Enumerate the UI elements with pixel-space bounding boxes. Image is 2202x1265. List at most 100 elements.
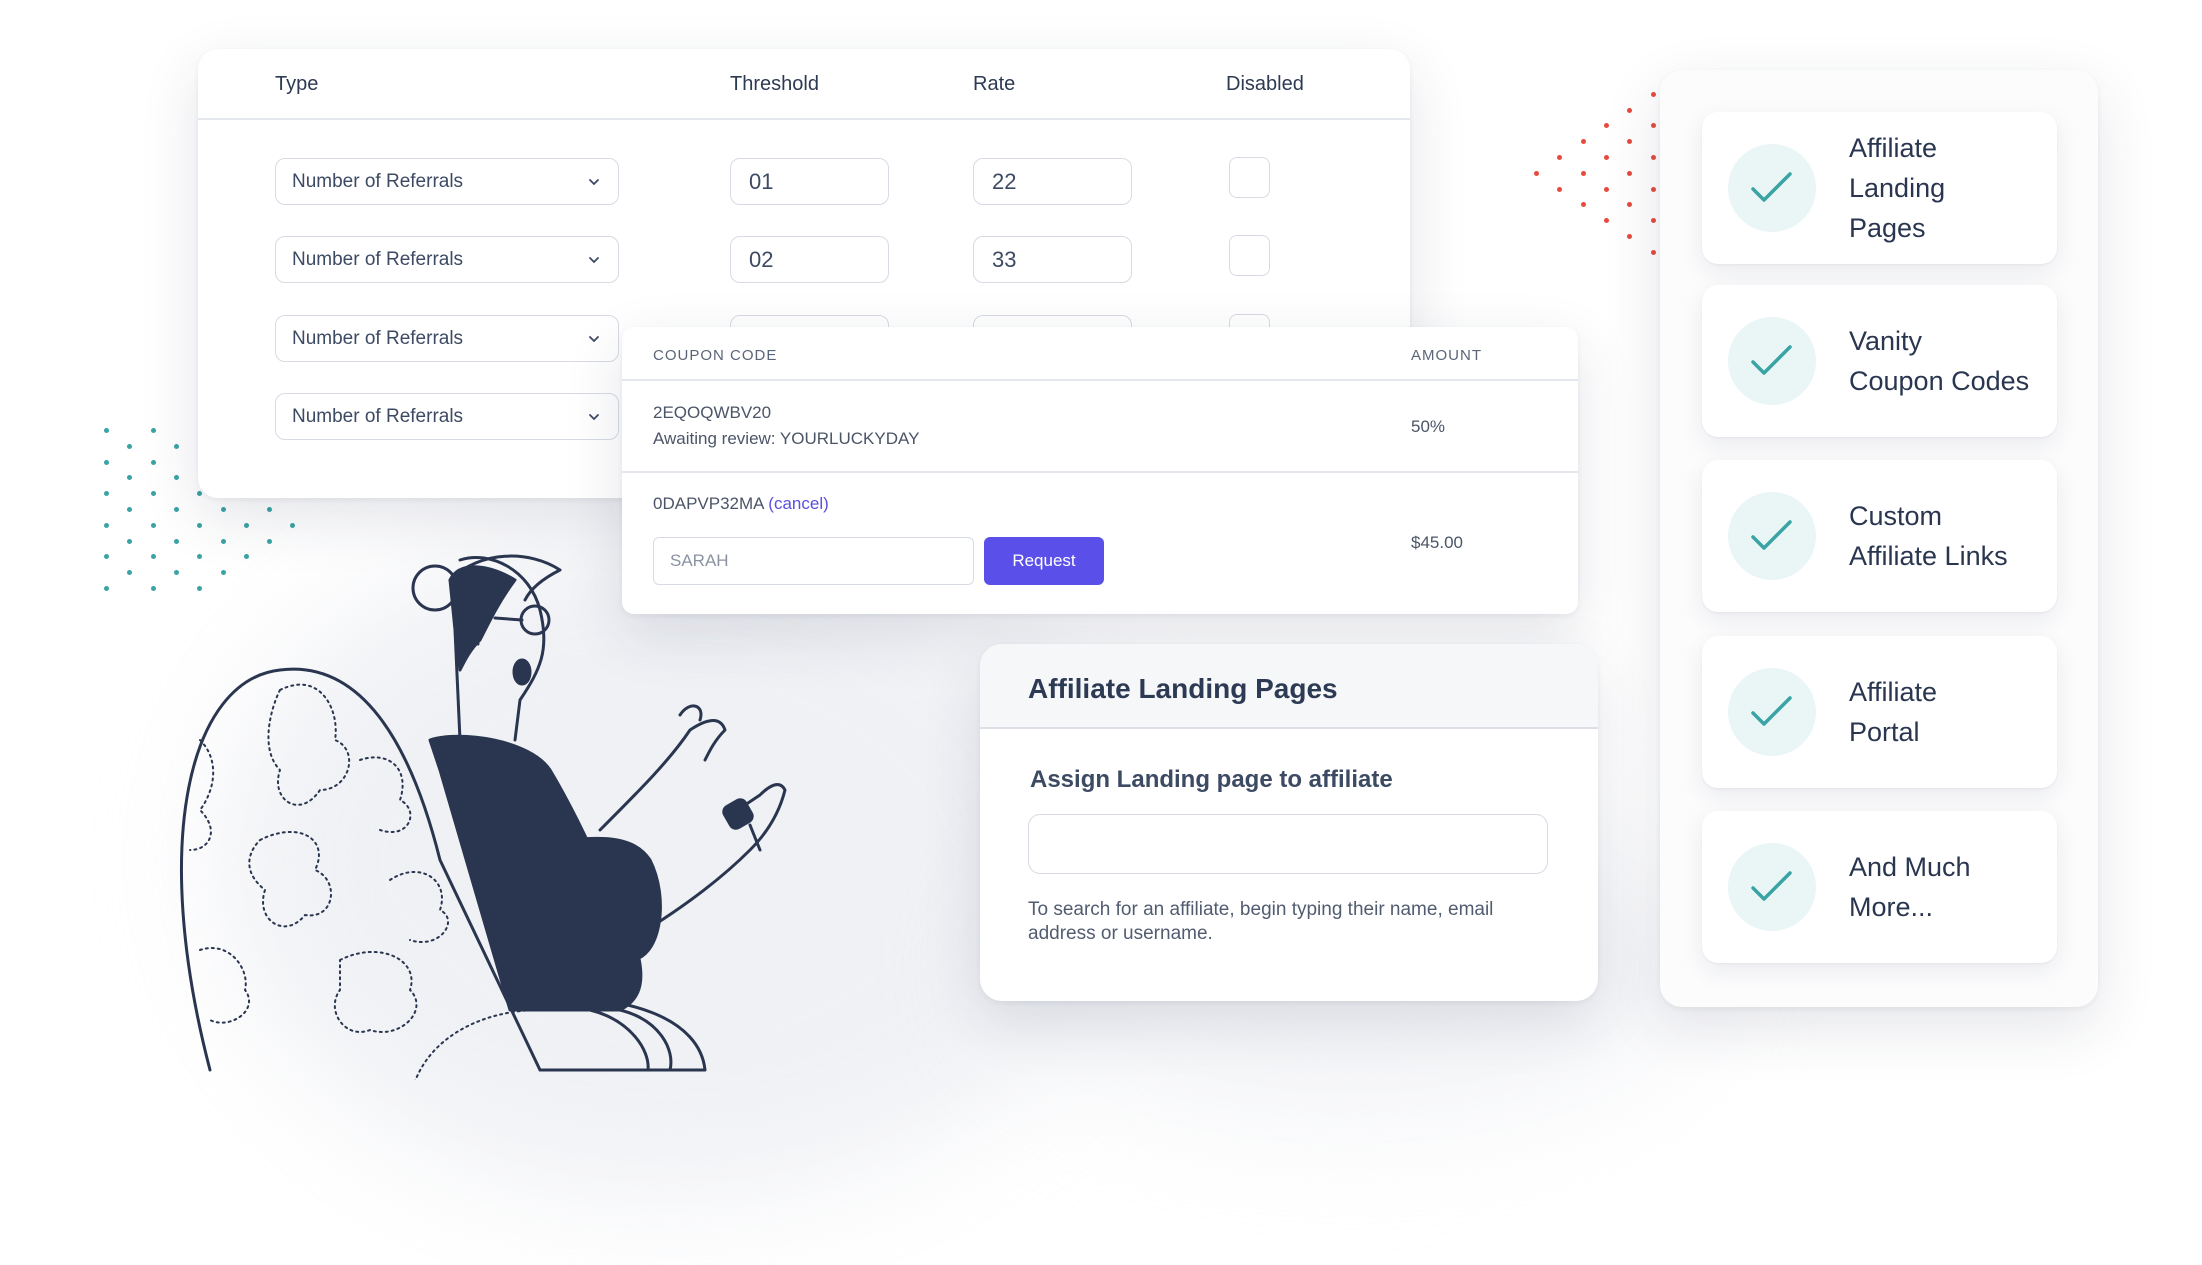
decorative-dot [1650,155,1656,160]
decorative-dot [1557,155,1563,160]
cancel-link[interactable]: (cancel) [768,494,828,513]
check-icon [1751,696,1792,726]
decorative-dot [173,507,179,512]
decorative-dot [127,507,133,512]
type-select-value: Number of Referrals [292,170,464,192]
coupon-amount: $45.00 [1411,533,1463,552]
decorative-dot [1650,218,1656,224]
feature-label: Affiliate Landing Pages [1849,133,1946,243]
features-panel: Affiliate Landing Pages Vanity Coupon Co… [1660,70,2098,1007]
type-select-value: Number of Referrals [292,327,464,349]
check-icon [1751,871,1792,901]
type-select-value: Number of Referrals [292,405,464,427]
feature-label: Custom Affiliate Links [1849,501,2008,571]
coupon-codes-table: COUPON CODE AMOUNT 2EQOQWBV20 Awaiting r… [622,327,1578,614]
chevron-down-icon [589,413,599,420]
feature-card: Affiliate Landing Pages [1702,112,2057,264]
coupon-name-input[interactable]: SARAH [653,537,974,585]
affiliate-landing-pages-card: Affiliate Landing Pages Assign Landing p… [980,644,1598,1001]
affiliate-search-input[interactable] [1028,814,1548,874]
decorative-dot [267,507,273,512]
card-title: Affiliate Landing Pages [1028,673,1338,704]
feature-label: Affiliate Portal [1849,677,1938,747]
decorative-dot [127,475,133,481]
decorative-dot [1557,186,1563,192]
decorative-dot [1603,218,1609,224]
decorative-dot [104,522,109,528]
disabled-checkbox[interactable] [1229,157,1270,198]
person-illustration [180,554,787,1080]
decorative-dot [1534,170,1539,176]
decorative-dot [127,538,133,544]
decorative-dot [197,522,203,528]
feature-card: Custom Affiliate Links [1702,460,2057,612]
decorative-dot [104,554,109,560]
decorative-dot [197,491,203,497]
feature-card: Affiliate Portal [1702,636,2057,788]
field-label: Assign Landing page to affiliate [1030,766,1393,793]
help-text: To search for an affiliate, begin typing… [1028,899,1494,944]
type-select[interactable]: Number of Referrals [275,236,619,283]
type-select[interactable]: Number of Referrals [275,315,619,362]
decorative-dot [150,491,156,497]
column-header-rate: Rate [973,73,1016,95]
column-header-amount: AMOUNT [1411,347,1482,364]
check-icon [1751,172,1792,202]
column-header-coupon-code: COUPON CODE [653,347,778,364]
threshold-input[interactable]: 01 [730,158,889,205]
coupon-code: 2EQOQWBV20 [653,403,772,422]
disabled-checkbox[interactable] [1229,235,1270,276]
decorative-dot [173,475,179,481]
coupon-code: 0DAPVP32MA [653,494,764,513]
decorative-dot [1650,123,1656,129]
column-header-type: Type [275,73,319,95]
threshold-input[interactable]: 02 [730,236,889,283]
feature-card: Vanity Coupon Codes [1702,285,2057,437]
coupon-review-note: Awaiting review: YOURLUCKYDAY [653,429,920,448]
decorative-dot [127,570,133,576]
coupon-code-row: 0DAPVP32MA (cancel) [653,494,829,514]
decorative-dot [127,443,133,449]
divider [622,471,1578,473]
feature-label: Vanity Coupon Codes [1849,326,2030,396]
column-header-threshold: Threshold [730,73,819,95]
type-select[interactable]: Number of Referrals [275,158,619,205]
feature-card: And Much More... [1702,811,2057,963]
chevron-down-icon [589,178,599,185]
rate-input[interactable]: 33 [973,236,1132,283]
request-button[interactable]: Request [984,537,1104,585]
decorative-dot [1580,170,1586,176]
decorative-dot [1627,170,1633,176]
type-select[interactable]: Number of Referrals [275,393,619,440]
decorative-dot [1627,234,1633,239]
check-icon [1751,520,1792,550]
divider [622,379,1578,381]
decorative-dot [1580,202,1586,208]
decorative-dot [1650,249,1656,255]
decorative-dot [1603,186,1609,192]
decorative-dot [150,522,156,528]
chevron-down-icon [589,335,599,342]
chevron-down-icon [589,256,599,263]
decorative-dot [150,428,156,433]
decorative-dot [104,491,109,497]
decorative-dot [1627,107,1633,113]
feature-label: And Much More... [1849,852,1971,922]
decorative-dot [1627,139,1633,145]
decorative-dot [150,459,156,465]
check-circle [1728,317,1816,405]
coupon-amount: 50% [1411,417,1446,436]
column-header-disabled: Disabled [1226,73,1304,95]
decorative-dot [243,522,249,528]
type-select-value: Number of Referrals [292,248,464,270]
decorative-dot [1603,155,1609,160]
decorative-dot [104,586,109,591]
table-header: Type Threshold Rate Disabled [198,49,1410,120]
decorative-dot [290,522,296,528]
check-circle [1728,492,1816,580]
decorative-dot [150,554,156,560]
check-circle [1728,144,1816,232]
decorative-dot [1627,202,1633,208]
check-icon [1751,345,1792,375]
rate-input[interactable]: 22 [973,158,1132,205]
